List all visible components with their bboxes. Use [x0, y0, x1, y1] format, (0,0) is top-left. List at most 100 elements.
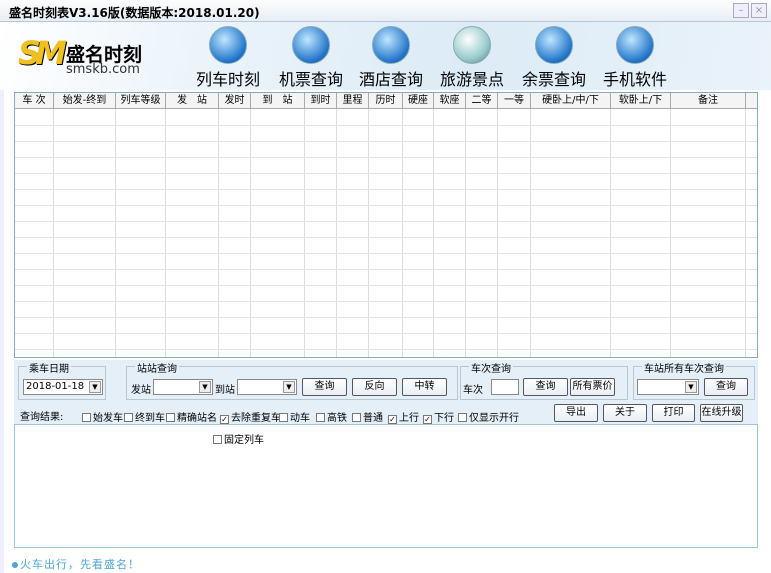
grid-row-line: [15, 333, 757, 334]
train-number-input[interactable]: [491, 379, 519, 395]
all-prices-button[interactable]: 所有票价: [570, 378, 615, 396]
header-banner: SM 盛名时刻 smskb.com 列车时刻 机票查询 酒店查询 旅游景点 余票…: [0, 22, 771, 90]
plane-icon: [292, 26, 330, 64]
nav-travel[interactable]: 旅游景点: [432, 26, 512, 90]
grid-column-line: [305, 109, 337, 357]
train-query-button[interactable]: 查询: [523, 378, 568, 396]
checkbox-icon[interactable]: [316, 413, 325, 422]
print-button[interactable]: 打印: [652, 404, 695, 422]
grid-column-line: [466, 109, 498, 357]
grid-column-line: [434, 109, 466, 357]
minimize-button[interactable]: –: [733, 3, 749, 18]
nav-hotel[interactable]: 酒店查询: [351, 26, 431, 90]
filter-checkbox[interactable]: ✓ 去除重复车: [220, 409, 281, 424]
filter-checkbox[interactable]: 精确站名: [166, 409, 217, 424]
column-header[interactable]: 发 站: [166, 93, 219, 109]
column-header[interactable]: 到时: [305, 93, 337, 109]
close-button[interactable]: ×: [751, 3, 767, 18]
nav-train-schedule[interactable]: 列车时刻: [188, 26, 268, 90]
checkbox-label: 始发车: [93, 413, 123, 424]
filter-checkbox[interactable]: 普通: [352, 409, 383, 424]
date-value: 2018-01-18: [26, 381, 85, 392]
checkbox-icon[interactable]: [166, 413, 175, 422]
checkbox-icon[interactable]: [124, 413, 133, 422]
bullet-icon: [12, 562, 18, 568]
grid-row-line: [15, 205, 757, 206]
grid-column-line: [54, 109, 116, 357]
train-label: 车次: [463, 385, 483, 396]
fixed-train-label: 固定列车: [224, 435, 264, 446]
from-station-select[interactable]: ▼: [153, 379, 213, 395]
checkbox-icon[interactable]: ✓: [220, 415, 229, 424]
column-header[interactable]: 历时: [369, 93, 403, 109]
nav-mobile[interactable]: 手机软件: [595, 26, 675, 90]
station-all-select[interactable]: ▼: [637, 379, 699, 395]
grid-column-line: [498, 109, 531, 357]
grid-column-line: [166, 109, 219, 357]
chevron-down-icon[interactable]: ▼: [199, 381, 211, 393]
date-picker[interactable]: 2018-01-18 ▼: [23, 379, 103, 395]
column-header[interactable]: 软卧上/下: [611, 93, 671, 109]
column-header[interactable]: 列车等级: [116, 93, 166, 109]
grid-column-line: [116, 109, 166, 357]
grid-row-line: [15, 125, 757, 126]
timetable-grid[interactable]: 车 次始发-终到 列车等级发 站发时到 站到时 里程 历时 硬座 软座 二等 一等 硬卧上/中/…: [14, 92, 758, 358]
grid-column-line: [531, 109, 611, 357]
grid-column-line: [337, 109, 369, 357]
about-button[interactable]: 关于: [603, 404, 647, 422]
chevron-down-icon[interactable]: ▼: [89, 381, 101, 393]
date-caption: 乘车日期: [27, 360, 71, 375]
upgrade-button[interactable]: 在线升级: [700, 404, 743, 422]
checkbox-icon[interactable]: [82, 413, 91, 422]
column-header[interactable]: 始发-终到: [54, 93, 116, 109]
grid-row-line: [15, 285, 757, 286]
nav-flight[interactable]: 机票查询: [271, 26, 351, 90]
transfer-button[interactable]: 中转: [402, 378, 447, 396]
column-header[interactable]: 硬座: [403, 93, 434, 109]
to-station-select[interactable]: ▼: [237, 379, 297, 395]
train-caption: 车次查询: [469, 360, 513, 375]
column-header[interactable]: 一等: [498, 93, 531, 109]
filter-checkbox[interactable]: 高铁: [316, 409, 347, 424]
filter-checkbox[interactable]: 始发车: [82, 409, 123, 424]
export-button[interactable]: 导出: [554, 404, 598, 422]
filter-checkbox[interactable]: 动车: [279, 409, 310, 424]
column-header[interactable]: 车 次: [15, 93, 54, 109]
grid-row-line: [15, 317, 757, 318]
column-header[interactable]: 到 站: [251, 93, 305, 109]
checkbox-icon[interactable]: [279, 413, 288, 422]
window-frame: [0, 22, 4, 573]
chevron-down-icon[interactable]: ▼: [685, 381, 697, 393]
grid-column-line: [671, 109, 746, 357]
column-header[interactable]: 发时: [219, 93, 251, 109]
column-header[interactable]: 里程: [337, 93, 369, 109]
reverse-button[interactable]: 反向: [352, 378, 397, 396]
filter-checkbox[interactable]: 终到车: [124, 409, 165, 424]
nav-label: 旅游景点: [439, 70, 504, 89]
java-icon: [616, 26, 654, 64]
chevron-down-icon[interactable]: ▼: [283, 381, 295, 393]
nav-tickets[interactable]: 余票查询: [514, 26, 594, 90]
filter-checkbox[interactable]: 仅显示开行: [458, 409, 519, 424]
checkbox-label: 高铁: [327, 413, 347, 424]
fixed-train-checkbox[interactable]: 固定列车: [213, 431, 264, 446]
nav-label: 手机软件: [602, 70, 667, 89]
column-header[interactable]: 二等: [466, 93, 498, 109]
column-header[interactable]: 软座: [434, 93, 466, 109]
nav-label: 列车时刻: [195, 70, 260, 89]
column-header[interactable]: 硬卧上/中/下: [531, 93, 611, 109]
checkbox-icon[interactable]: ✓: [388, 415, 397, 424]
station-all-query-button[interactable]: 查询: [704, 378, 748, 396]
station-group: 站站查询 发站 ▼ 到站 ▼ 查询 反向 中转: [126, 360, 458, 400]
station-query-button[interactable]: 查询: [302, 378, 347, 396]
column-header[interactable]: 备注: [671, 93, 746, 109]
grid-column-line: [251, 109, 305, 357]
to-label: 到站: [215, 385, 235, 396]
status-bar: 火车出行，先看盛名！: [12, 556, 140, 572]
checkbox-icon[interactable]: [458, 413, 467, 422]
checkbox-icon[interactable]: [352, 413, 361, 422]
filter-checkbox[interactable]: ✓ 上行: [388, 409, 419, 424]
globe-icon: [453, 26, 491, 64]
checkbox-icon[interactable]: ✓: [423, 415, 432, 424]
filter-checkbox[interactable]: ✓ 下行: [423, 409, 454, 424]
